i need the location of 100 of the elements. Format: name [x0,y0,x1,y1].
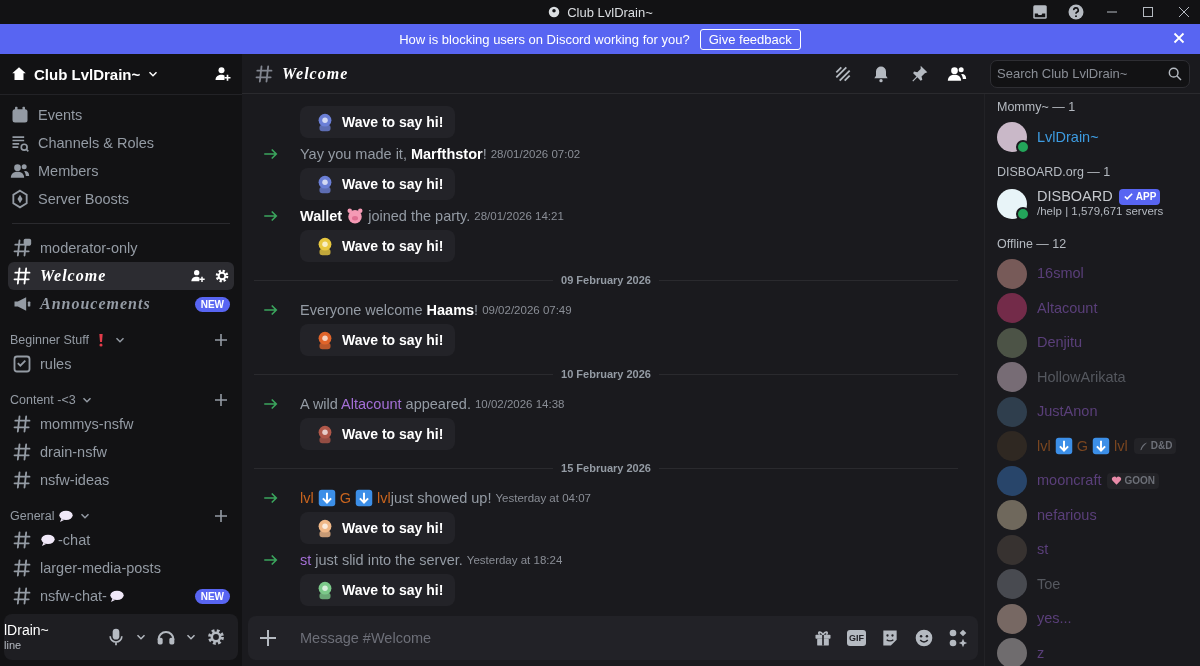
add-person-icon [214,65,232,83]
gift-icon[interactable] [813,628,833,648]
hash-icon [12,530,32,550]
menu-item[interactable]: Server Boosts [8,185,234,213]
category-header[interactable]: General [10,508,93,524]
timestamp: Yesterday at 18:24 [466,554,563,566]
wave-button[interactable]: Wave to say hi! [300,574,456,606]
timestamp: 09/02/2026 07:49 [482,304,572,316]
channel-item[interactable]: mommys-nsfw [8,410,234,438]
menu-item[interactable]: Events [8,101,234,129]
speech-bubble-icon [108,588,125,604]
channel-item[interactable]: -chat [8,526,234,554]
timestamp: 10/02/2026 14:38 [474,398,565,410]
channel-item[interactable]: drain-nsfw [8,438,234,466]
timestamp: Yesterday at 04:07 [495,492,591,504]
user-name[interactable]: lvl [377,490,391,506]
join-message: Yay you made it, Marfthstor! [300,146,487,162]
channel-item[interactable]: Welcome [8,262,234,290]
people-icon [10,161,30,181]
sticker-icon[interactable] [880,628,900,648]
category-header[interactable]: Beginner Stuff [10,332,127,348]
add-person-icon [190,268,206,284]
date-divider: 15 February 2026 [561,462,651,474]
message-composer[interactable]: Message #Welcome GIF [248,616,978,660]
user-name[interactable]: Wallet [300,208,343,224]
new-badge: NEW [194,588,230,604]
wave-button[interactable]: Wave to say hi! [300,168,456,200]
down-arrow-icon [1092,437,1110,456]
member-group-header: Offline — 12 [997,236,1068,251]
list-search-icon [10,133,30,153]
hash-icon [12,586,32,606]
date-divider: 09 February 2026 [561,274,651,286]
category-header[interactable]: Content -<3 [10,393,94,407]
channel-item[interactable]: nsfw-ideas [8,466,234,494]
menu-item[interactable]: Members [8,157,234,185]
hash-icon [12,470,32,490]
checklist-icon [12,354,32,374]
message-field[interactable]: Message #Welcome [298,629,799,647]
settings-icon [214,268,230,284]
member-group-header: DISBOARD.org — 1 [997,164,1112,179]
channel-item[interactable]: rules [8,350,234,378]
hash-icon [254,63,274,84]
banner-text: How is blocking users on Discord working for you? [399,31,690,47]
member-name[interactable]: DISBOARD [1037,187,1113,206]
wave-button[interactable]: Wave to say hi! [300,106,456,138]
search-field[interactable]: Search Club LvlDrain~ [990,59,1190,88]
feedback-button[interactable]: Give feedback [699,28,801,50]
add-icon[interactable] [258,628,278,648]
house-icon [10,65,28,83]
app-badge: APP [1118,188,1161,205]
locked-hash-icon [12,238,32,258]
channel-item[interactable]: moderator-only [8,234,234,262]
member-group-header: Mommy~ — 1 [997,100,1077,114]
emoji-icon[interactable] [914,628,934,648]
join-message: st just slid into the server. [300,552,463,568]
heart-icon [1111,475,1123,487]
hash-icon [12,558,32,578]
wave-button[interactable]: Wave to say hi! [300,324,456,356]
speech-bubble-icon [58,508,75,524]
role-tag: D&D [1133,438,1177,455]
hash-icon [12,442,32,462]
check-icon [1122,191,1134,203]
avatar[interactable] [997,122,1027,153]
channel-item[interactable]: nsfw-chat- NEW [8,582,234,610]
channel-item[interactable]: larger-media-posts [8,554,234,582]
message-text: joined the party. [368,208,471,224]
add-icon[interactable] [214,393,228,407]
menu-item[interactable]: Channels & Roles [8,129,234,157]
role-tag: GOON [1107,472,1160,489]
user-status: line [4,638,23,651]
join-message: A wild Altacount appeared. [300,396,471,412]
new-badge: NEW [194,296,230,312]
gem-icon [10,189,30,209]
date-divider: 10 February 2026 [561,368,651,380]
wave-button[interactable]: Wave to say hi! [300,230,456,262]
timestamp: 28/01/2026 14:21 [474,210,564,222]
channel-title: Welcome [282,64,350,83]
pig-icon [346,207,365,225]
member-name[interactable]: LvlDrain~ [1037,128,1099,146]
search-icon [1167,65,1183,82]
user-name[interactable]: G [339,490,351,506]
join-message: Everyone welcome Haams! [300,302,479,318]
user-name: lDrain~ [4,623,50,639]
avatar[interactable] [997,188,1027,219]
timestamp: 28/01/2026 07:02 [490,148,581,160]
apps-icon[interactable] [948,628,968,648]
window-title: Club LvlDrain~ [567,4,653,20]
wave-button[interactable]: Wave to say hi! [300,512,456,544]
add-icon[interactable] [214,509,228,523]
channel-item[interactable]: Annoucements NEW [8,290,234,318]
member-status: /help | 1,579,671 servers [1037,205,1164,220]
calendar-icon [10,105,30,125]
message-text: just showed up! [390,490,492,506]
speech-bubble-icon [40,532,56,548]
hash-icon [12,266,32,286]
wave-button[interactable]: Wave to say hi! [300,418,456,450]
server-name[interactable]: Club LvlDrain~ [34,65,208,83]
user-name[interactable]: lvl [300,490,314,506]
add-icon[interactable] [214,333,228,347]
gif-button[interactable]: GIF [847,630,866,646]
